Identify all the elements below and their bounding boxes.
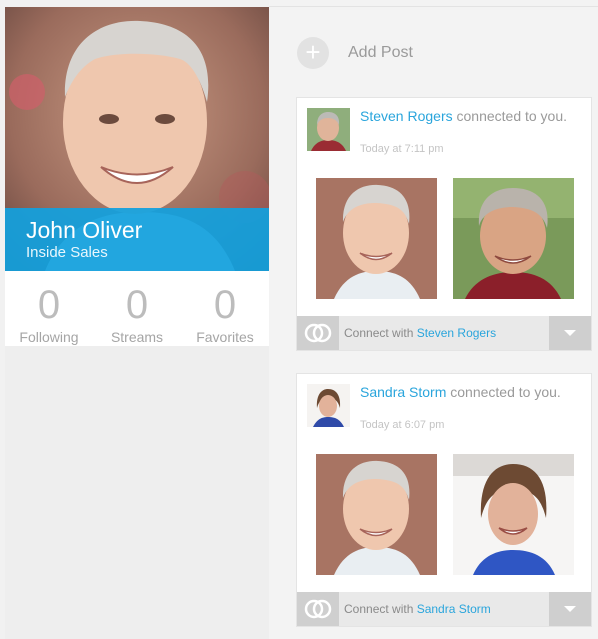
- stat-following[interactable]: 0 Following: [5, 271, 93, 345]
- card-footer: Connect with Steven Rogers: [297, 316, 591, 350]
- profile-name[interactable]: John Oliver: [26, 217, 142, 244]
- stat-favorites[interactable]: 0 Favorites: [181, 271, 269, 345]
- profile-name-band: John Oliver Inside Sales: [5, 208, 269, 271]
- chevron-down-icon[interactable]: [549, 316, 591, 350]
- connection-photo-other[interactable]: [453, 178, 574, 299]
- stat-value: 0: [37, 283, 61, 327]
- activity-headline: Sandra Storm connected to you.: [360, 384, 582, 400]
- connect-button[interactable]: Connect with Steven Rogers: [344, 326, 496, 340]
- stat-value: 0: [125, 283, 149, 327]
- stat-label: Streams: [110, 329, 164, 345]
- person-link[interactable]: Steven Rogers: [360, 108, 453, 124]
- connection-photo-other[interactable]: [453, 454, 574, 575]
- profile-panel: John Oliver Inside Sales 0 Following 0 S…: [5, 7, 269, 639]
- connect-prefix: Connect with: [344, 326, 417, 340]
- avatar[interactable]: [307, 108, 350, 151]
- card-footer: Connect with Sandra Storm: [297, 592, 591, 626]
- stat-value: 0: [213, 283, 237, 327]
- connect-name: Steven Rogers: [416, 326, 497, 340]
- stat-label: Favorites: [196, 329, 254, 345]
- add-post-button[interactable]: Add Post: [348, 44, 413, 62]
- profile-role: Inside Sales: [26, 244, 108, 261]
- stat-label: Following: [19, 329, 79, 345]
- top-divider: [269, 6, 598, 7]
- connect-rings-icon[interactable]: [297, 592, 339, 626]
- chevron-down-icon[interactable]: [549, 592, 591, 626]
- profile-stats: 0 Following 0 Streams 0 Favorites: [5, 271, 269, 346]
- feed-card: Steven Rogers connected to you. Today at…: [296, 97, 592, 351]
- avatar[interactable]: [307, 384, 350, 427]
- stat-streams[interactable]: 0 Streams: [93, 271, 181, 345]
- connection-photo-self[interactable]: [316, 454, 437, 575]
- connect-rings-icon[interactable]: [297, 316, 339, 350]
- connect-button[interactable]: Connect with Sandra Storm: [344, 602, 491, 616]
- connection-photo-self[interactable]: [316, 178, 437, 299]
- plus-icon[interactable]: +: [297, 37, 329, 69]
- activity-text: connected to you.: [452, 108, 568, 124]
- connect-name: Sandra Storm: [416, 602, 491, 616]
- feed-panel: + Add Post Steven Rogers connected to yo…: [269, 0, 598, 639]
- activity-text: connected to you.: [446, 384, 561, 400]
- feed-card: Sandra Storm connected to you. Today at …: [296, 373, 592, 627]
- timestamp: Today at 6:07 pm: [360, 419, 445, 431]
- activity-headline: Steven Rogers connected to you.: [360, 108, 582, 124]
- timestamp: Today at 7:11 pm: [360, 143, 444, 155]
- person-link[interactable]: Sandra Storm: [360, 384, 446, 400]
- connect-prefix: Connect with: [344, 602, 417, 616]
